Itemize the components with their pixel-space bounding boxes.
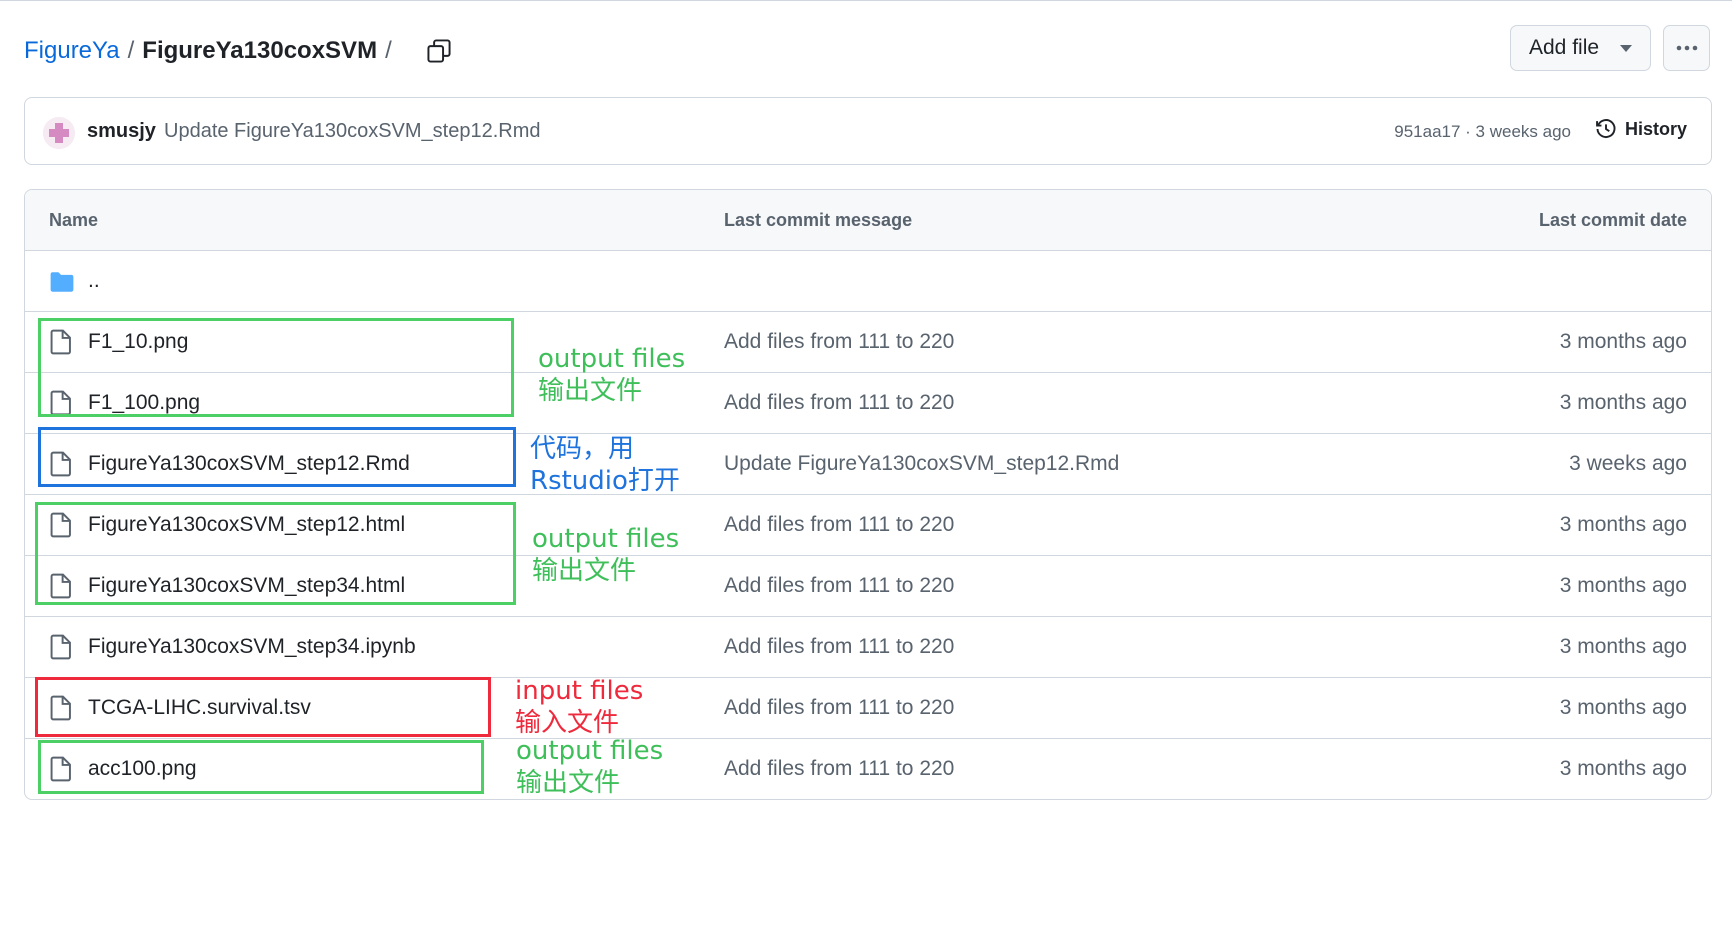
table-row[interactable]: FigureYa130coxSVM_step34.ipynb Add files… [25,617,1711,678]
annotation-note-line: output files [516,736,664,766]
annotation-note-code: 代码，用 Rstudio打开 [530,433,680,497]
annotation-note-line: 输出文件 [516,768,621,798]
file-name-link[interactable]: FigureYa130coxSVM_step34.ipynb [88,635,416,659]
breadcrumb-trailing-separator: / [385,37,392,64]
column-header-name: Name [49,210,99,230]
table-header: Name Last commit message Last commit dat… [25,190,1711,251]
history-label: History [1624,118,1687,139]
commit-message[interactable]: Update FigureYa130coxSVM_step12.Rmd [164,120,541,143]
breadcrumb: FigureYa / FigureYa130coxSVM / [24,34,454,68]
breadcrumb-current-folder: FigureYa130coxSVM [142,37,378,64]
kebab-horizontal-icon [1676,45,1697,51]
annotation-note-line: input files [515,676,644,706]
column-header-date: Last commit date [1538,210,1687,230]
add-file-button[interactable]: Add file [1510,25,1651,71]
commit-message-link[interactable]: Add files from 111 to 220 [724,635,954,659]
commit-message-link[interactable]: Add files from 111 to 220 [724,696,954,720]
commit-message-link[interactable]: Add files from 111 to 220 [724,574,954,598]
commit-date: 3 weeks ago [1569,452,1687,475]
add-file-label: Add file [1529,36,1600,59]
parent-directory-row[interactable]: .. [25,251,1711,312]
annotation-note-output-1: output files 输出文件 [538,343,685,407]
copy-icon [427,39,451,63]
latest-commit-bar: smusjy Update FigureYa130coxSVM_step12.R… [24,97,1712,165]
breadcrumb-separator: / [127,37,135,64]
column-header-message: Last commit message [724,210,913,230]
annotation-box-output-2 [35,502,516,605]
commit-message-link[interactable]: Update FigureYa130coxSVM_step12.Rmd [724,452,1119,476]
commit-message-link[interactable]: Add files from 111 to 220 [724,330,954,354]
file-icon [50,634,71,660]
history-button[interactable]: History [1595,118,1687,140]
annotation-box-output-3 [38,740,484,794]
commit-message-link[interactable]: Add files from 111 to 220 [724,757,954,781]
commit-date: 3 months ago [1559,513,1687,536]
annotation-note-line: Rstudio打开 [530,466,680,496]
annotation-note-line: output files [532,524,680,554]
avatar[interactable] [43,117,75,149]
triangle-down-icon [1620,44,1632,52]
annotation-note-line: 代码，用 [530,434,635,464]
commit-date: 3 months ago [1559,330,1687,353]
commit-author[interactable]: smusjy [87,120,156,143]
annotation-box-input [35,677,491,737]
more-options-button[interactable] [1663,25,1710,71]
parent-directory-link[interactable]: .. [88,269,100,293]
commit-date: 3 months ago [1559,391,1687,414]
annotation-box-output-1 [38,318,514,417]
commit-date: 3 months ago [1559,574,1687,597]
annotation-box-code [38,427,516,487]
annotation-note-output-2: output files 输出文件 [532,523,679,587]
annotation-note-line: 输出文件 [538,376,643,406]
top-border [0,0,1732,1]
commit-date: 3 months ago [1559,696,1687,719]
annotation-note-line: output files [538,344,686,374]
annotation-note-line: 输出文件 [532,556,637,586]
annotation-note-output-3: output files 输出文件 [516,735,663,799]
history-icon [1596,119,1616,138]
annotation-note-input: input files 输入文件 [515,675,643,739]
breadcrumb-owner-link[interactable]: FigureYa [24,37,120,65]
commit-message-link[interactable]: Add files from 111 to 220 [724,513,954,537]
commit-hash-and-time[interactable]: 951aa17 · 3 weeks ago [1394,122,1571,142]
commit-message-link[interactable]: Add files from 111 to 220 [724,391,954,415]
copy-path-button[interactable] [424,36,454,66]
commit-date: 3 months ago [1559,635,1687,658]
folder-icon [50,272,74,292]
commit-date: 3 months ago [1559,757,1687,780]
